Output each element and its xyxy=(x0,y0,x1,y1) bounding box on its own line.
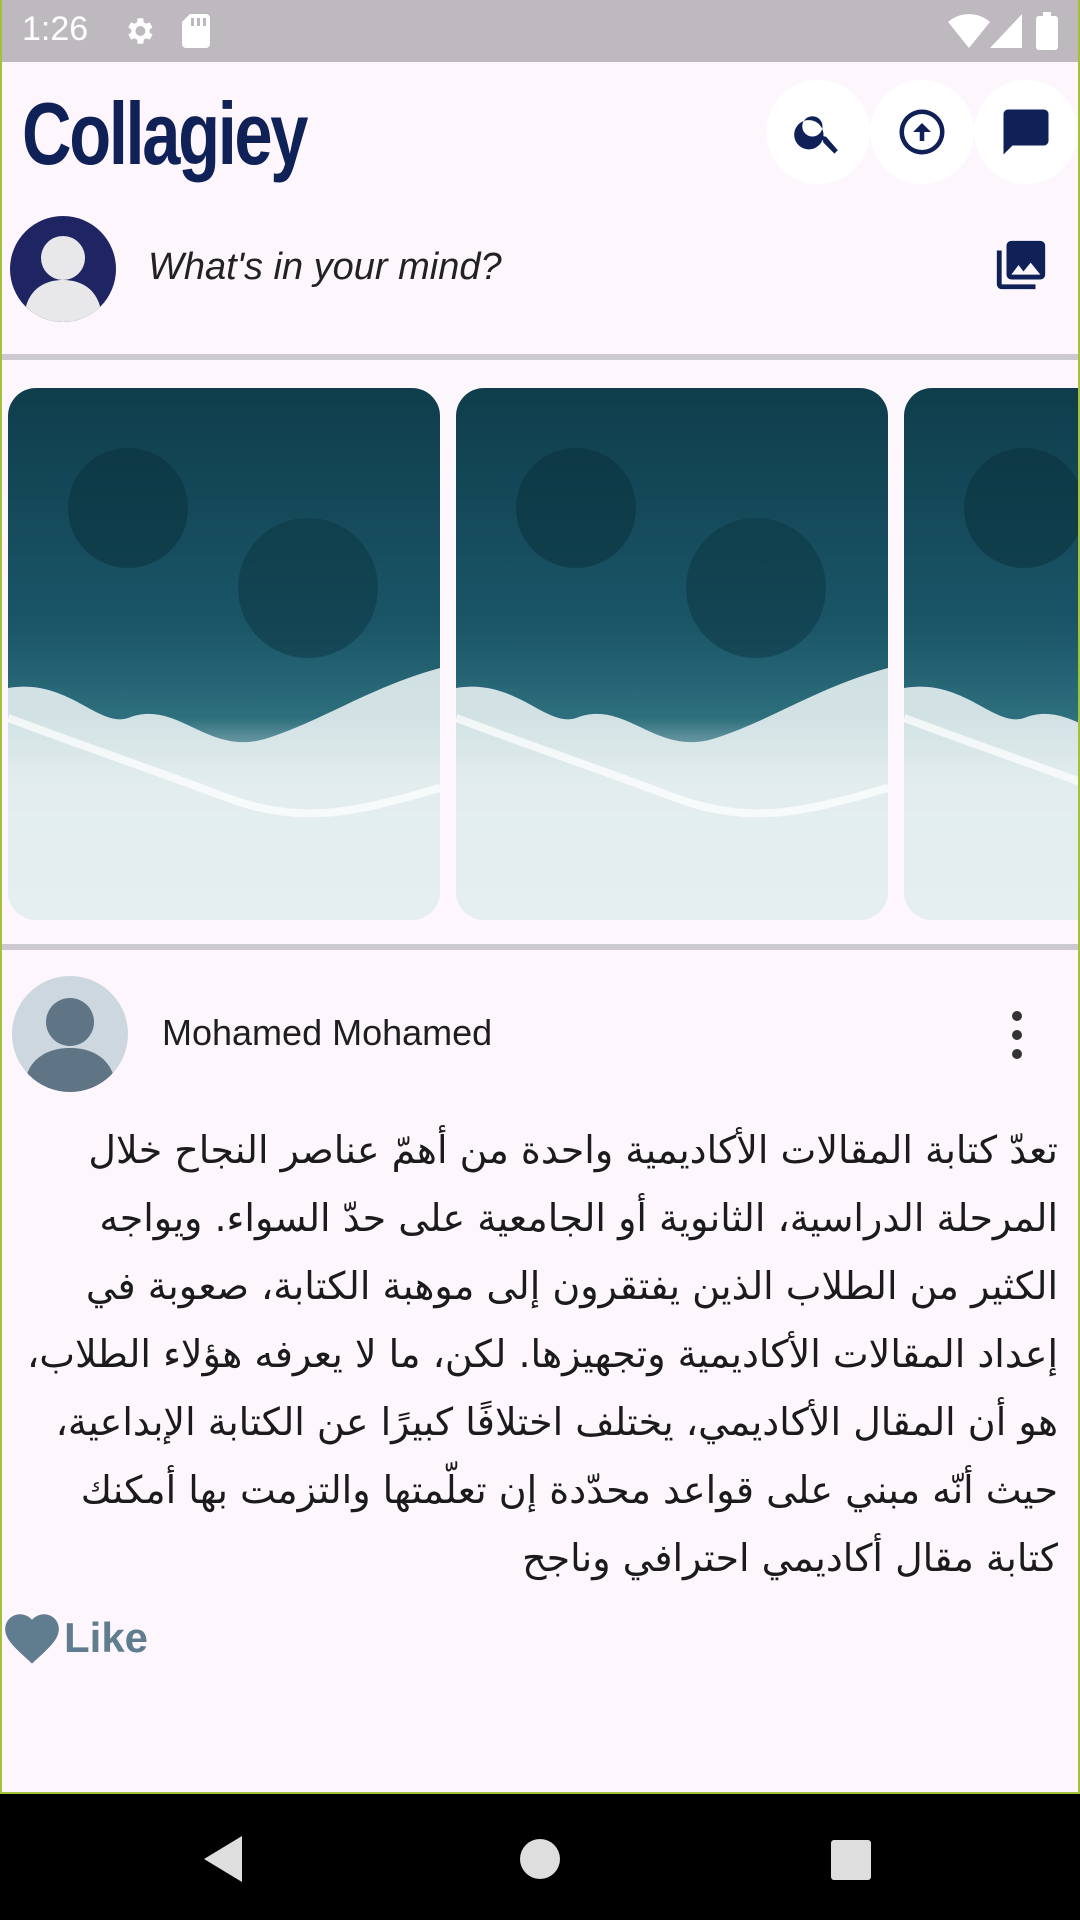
gear-icon xyxy=(122,14,156,54)
post-menu-button[interactable] xyxy=(1000,1010,1034,1060)
photo-library-icon xyxy=(996,240,1046,290)
ocean-image xyxy=(8,388,440,920)
home-icon xyxy=(520,1839,560,1879)
ocean-image xyxy=(904,388,1080,920)
like-label: Like xyxy=(64,1614,149,1661)
back-button[interactable] xyxy=(190,1824,260,1894)
search-icon xyxy=(794,116,838,154)
composer-placeholder[interactable]: What's in your mind? xyxy=(148,246,502,289)
ocean-image xyxy=(456,388,888,920)
author-avatar[interactable] xyxy=(12,976,128,1092)
system-nav-bar xyxy=(0,1794,1080,1920)
post-body: تعدّ كتابة المقالات الأكاديمية واحدة من … xyxy=(26,1128,1058,1580)
screen: 1:26 Collagiey What's in your mind? Moha… xyxy=(0,0,1080,1920)
upload-button[interactable] xyxy=(870,80,974,184)
add-photo-button[interactable] xyxy=(992,236,1050,294)
divider xyxy=(0,354,1080,360)
status-time: 1:26 xyxy=(22,10,89,48)
home-button[interactable] xyxy=(505,1824,575,1894)
post-author[interactable]: Mohamed Mohamed xyxy=(162,1012,492,1054)
messages-button[interactable] xyxy=(974,80,1078,184)
message-icon xyxy=(1003,109,1049,155)
more-vert-icon xyxy=(1012,1011,1022,1059)
stories-carousel[interactable] xyxy=(0,388,1080,922)
app-bar: Collagiey xyxy=(0,62,1080,202)
like-button[interactable]: Like xyxy=(4,1612,148,1664)
story-card[interactable] xyxy=(904,388,1080,920)
sd-card-icon xyxy=(182,14,210,48)
battery-icon xyxy=(1036,12,1058,50)
post-composer[interactable]: What's in your mind? xyxy=(0,202,1080,352)
story-card[interactable] xyxy=(456,388,888,920)
back-icon xyxy=(204,1836,242,1882)
app-logo: Collagiey xyxy=(22,84,308,183)
cell-signal-icon xyxy=(990,14,1022,48)
post-header: Mohamed Mohamed xyxy=(0,974,1080,1094)
divider xyxy=(0,944,1080,950)
upload-icon xyxy=(899,109,945,155)
recents-button[interactable] xyxy=(815,1824,885,1894)
heart-icon xyxy=(5,1614,59,1664)
status-bar: 1:26 xyxy=(0,0,1080,62)
recents-icon xyxy=(831,1840,871,1880)
story-card[interactable] xyxy=(8,388,440,920)
search-button[interactable] xyxy=(766,80,870,184)
wifi-icon xyxy=(948,14,990,48)
my-avatar[interactable] xyxy=(10,216,116,322)
